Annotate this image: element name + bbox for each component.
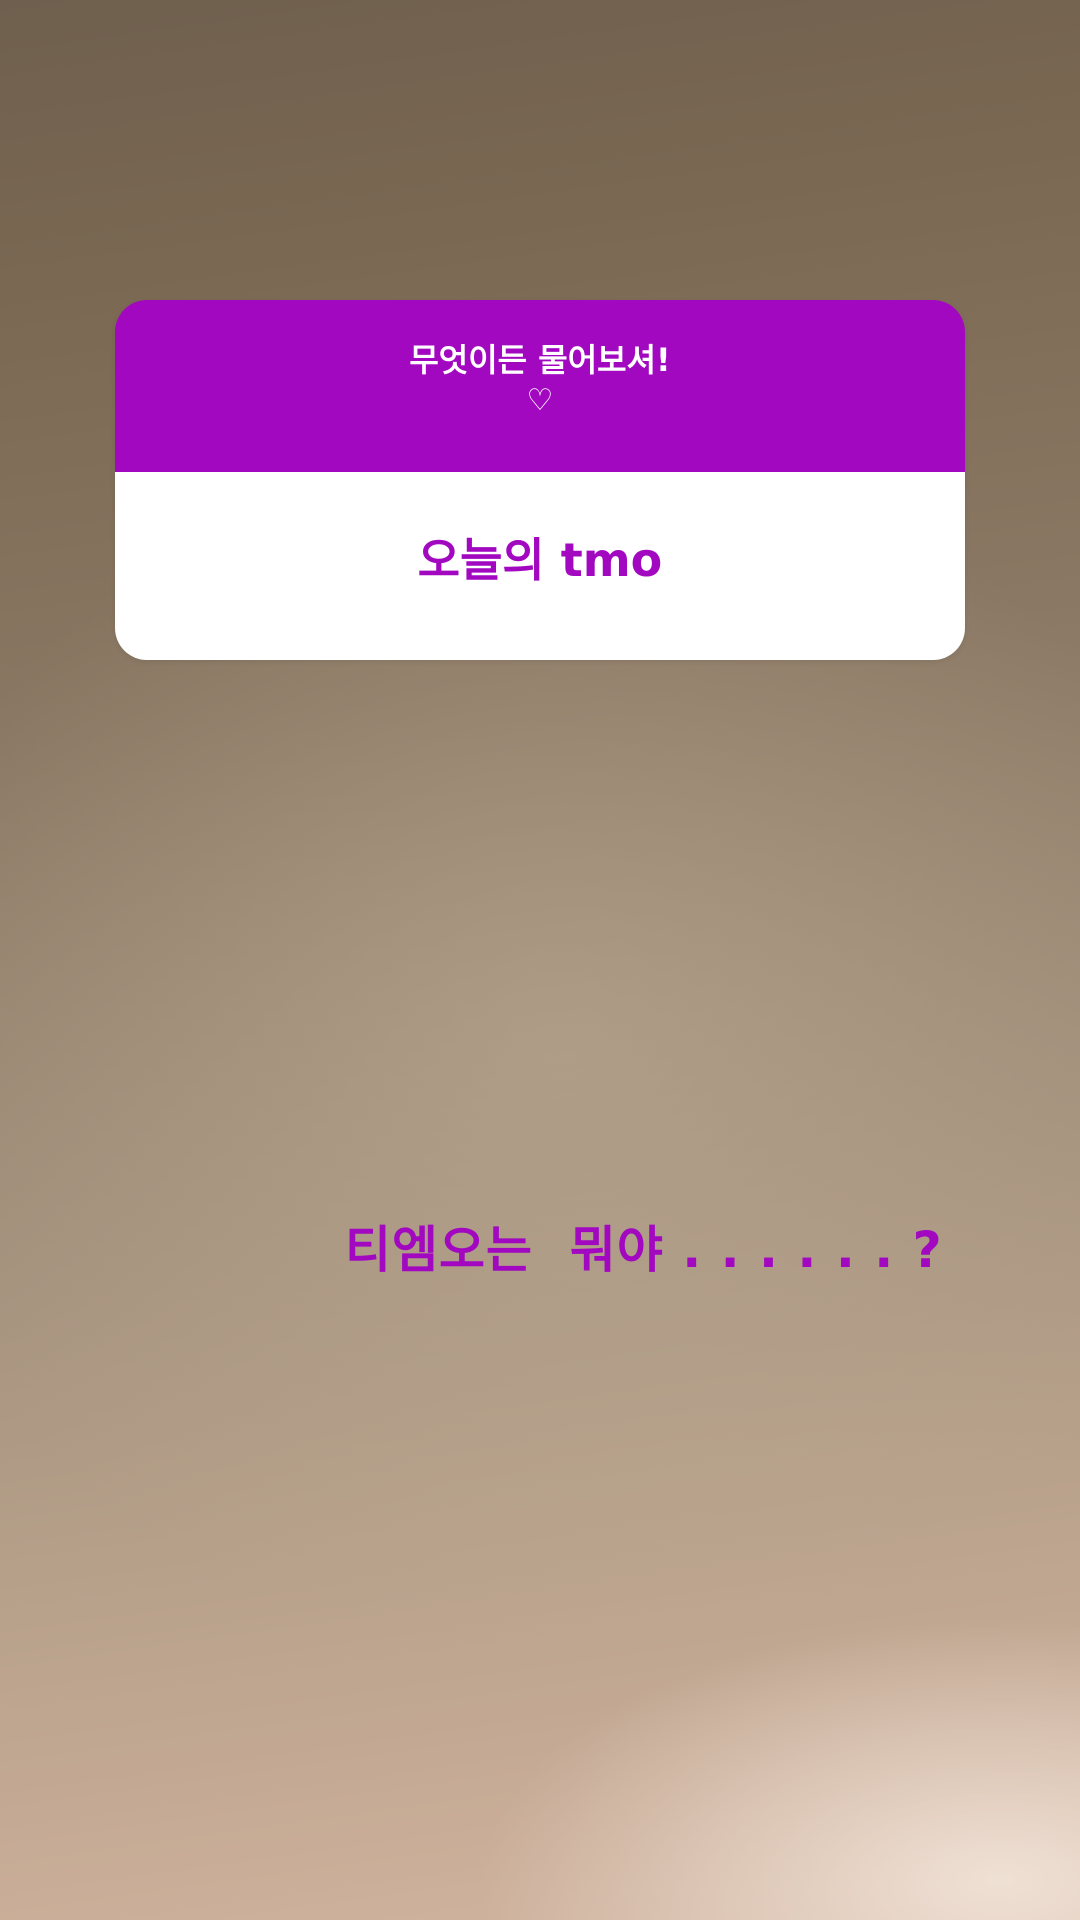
answer-text: 오늘의 tmo [417, 533, 663, 587]
question-sticker[interactable]: 무엇이든 물어보셔! ♡ 오늘의 tmo [115, 300, 965, 660]
question-prompt: 무엇이든 물어보셔! [409, 341, 671, 379]
question-answer: 오늘의 tmo [115, 472, 965, 660]
story-background [0, 0, 1080, 1920]
heart-icon: ♡ [526, 383, 554, 418]
question-sticker-header: 무엇이든 물어보셔! ♡ [115, 300, 965, 472]
story-caption: 티엠오는 뭐야 . . . . . . ? [345, 1221, 943, 1279]
